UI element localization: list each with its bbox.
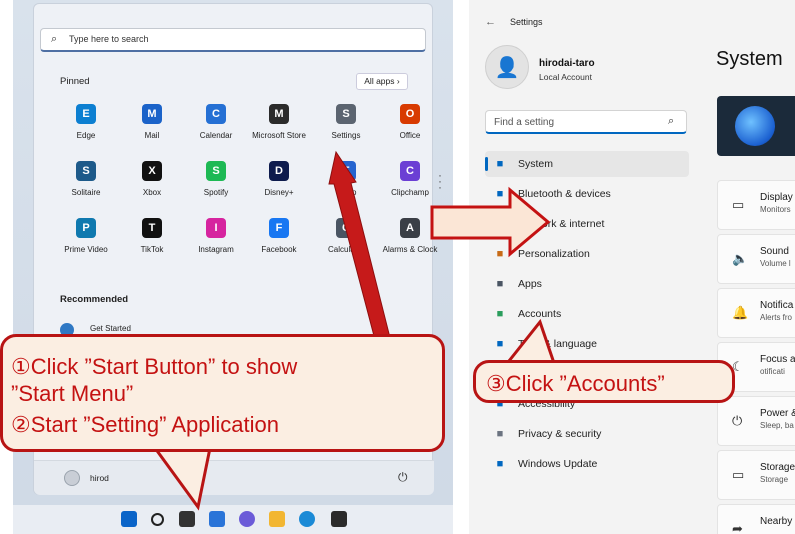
callout-start-instructions: ①Click ”Start Button” to show ”Start Men… <box>0 334 445 452</box>
annotation-arrows <box>152 150 558 511</box>
arrow-to-settings-window <box>430 186 551 258</box>
callout-right-line-1: ③Click ”Accounts” <box>486 371 665 396</box>
callout-left-line-3: ②Start ”Setting” Application <box>11 412 279 437</box>
callout-left-line-2: ”Start Menu” <box>11 381 134 406</box>
callout-left-pointer <box>152 446 212 511</box>
callout-left-line-1: ①Click ”Start Button” to show <box>11 354 298 379</box>
callout-accounts-instruction: ③Click ”Accounts” <box>473 360 735 403</box>
